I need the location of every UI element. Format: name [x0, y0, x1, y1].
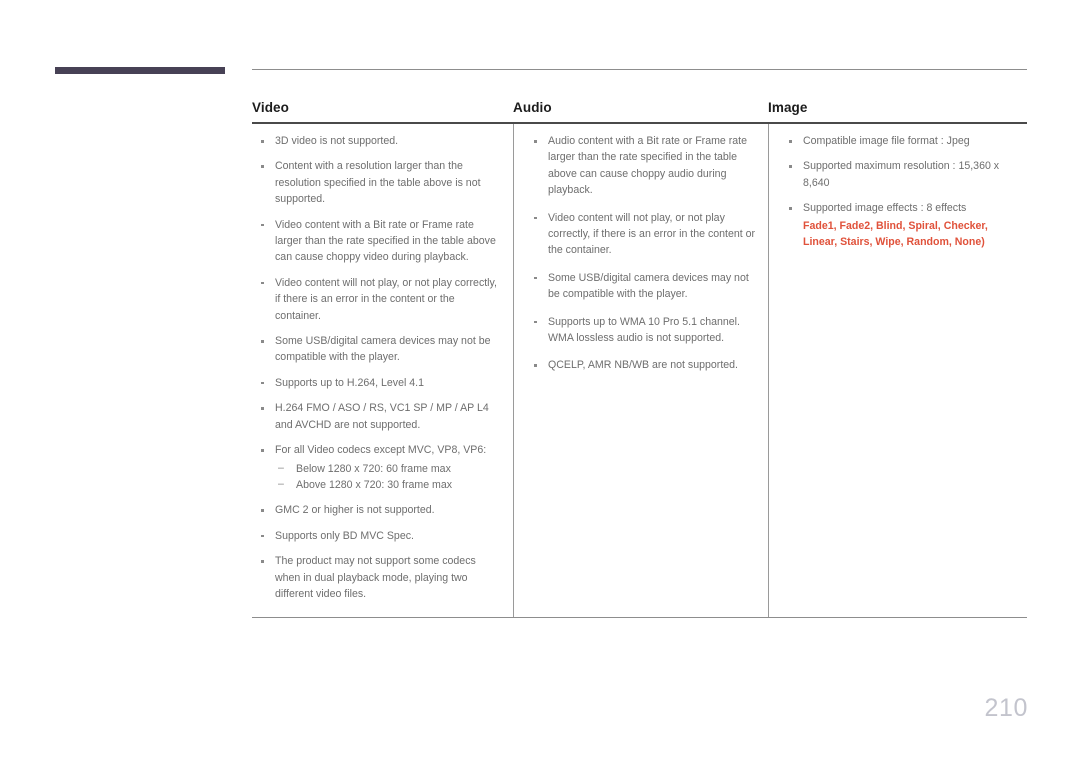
decorative-header-bar	[55, 67, 225, 74]
list-item-label: For all Video codecs except MVC, VP8, VP…	[275, 444, 487, 457]
list-item: Supports up to WMA 10 Pro 5.1 channel. W…	[525, 314, 758, 347]
list-item: Audio content with a Bit rate or Frame r…	[525, 133, 758, 199]
column-header-audio: Audio	[513, 100, 552, 115]
column-header-image: Image	[768, 100, 808, 115]
video-frame-rate-sublist: Below 1280 x 720: 60 frame max Above 128…	[275, 459, 503, 494]
list-item: The product may not support some codecs …	[252, 553, 503, 602]
list-item: Supports only BD MVC Spec.	[252, 528, 503, 544]
table-body-row: 3D video is not supported. Content with …	[252, 124, 1027, 618]
sub-list-item: Above 1280 x 720: 30 frame max	[275, 476, 503, 493]
list-item: Compatible image file format : Jpeg	[780, 133, 1021, 149]
column-header-video: Video	[252, 100, 290, 115]
list-item: Some USB/digital camera devices may not …	[252, 333, 503, 366]
image-notes-cell: Compatible image file format : Jpeg Supp…	[768, 124, 1027, 618]
list-item: Supported maximum resolution : 15,360 x …	[780, 158, 1021, 191]
media-support-table: Video Audio Image 3D video is not suppor…	[252, 69, 1027, 619]
list-item: Video content will not play, or not play…	[252, 275, 503, 324]
video-notes-cell: 3D video is not supported. Content with …	[252, 124, 513, 617]
list-item: 3D video is not supported.	[252, 133, 503, 149]
image-effects-highlight: Fade1, Fade2, Blind, Spiral, Checker, Li…	[803, 219, 988, 248]
video-notes-list: 3D video is not supported. Content with …	[252, 133, 503, 602]
list-item: Some USB/digital camera devices may not …	[525, 270, 758, 303]
list-item: H.264 FMO / ASO / RS, VC1 SP / MP / AP L…	[252, 400, 503, 433]
list-item: QCELP, AMR NB/WB are not supported.	[525, 357, 758, 373]
sub-list-item: Below 1280 x 720: 60 frame max	[275, 459, 503, 477]
image-notes-list: Compatible image file format : Jpeg Supp…	[780, 133, 1021, 250]
list-item: For all Video codecs except MVC, VP8, VP…	[252, 442, 503, 493]
list-item: Video content with a Bit rate or Frame r…	[252, 217, 503, 266]
table-header-row: Video Audio Image	[252, 70, 1027, 122]
list-item: Content with a resolution larger than th…	[252, 158, 503, 207]
list-item: Supports up to H.264, Level 4.1	[252, 375, 503, 391]
list-item: Supported image effects : 8 effects Fade…	[780, 200, 1021, 249]
table-bottom-rule	[252, 617, 1027, 619]
page-number: 210	[984, 694, 1028, 722]
audio-notes-list: Audio content with a Bit rate or Frame r…	[525, 133, 758, 374]
audio-notes-cell: Audio content with a Bit rate or Frame r…	[513, 124, 768, 618]
list-item: Video content will not play, or not play…	[525, 210, 758, 259]
list-item: GMC 2 or higher is not supported.	[252, 502, 503, 518]
list-item-label: Supported image effects : 8 effects	[803, 202, 967, 215]
